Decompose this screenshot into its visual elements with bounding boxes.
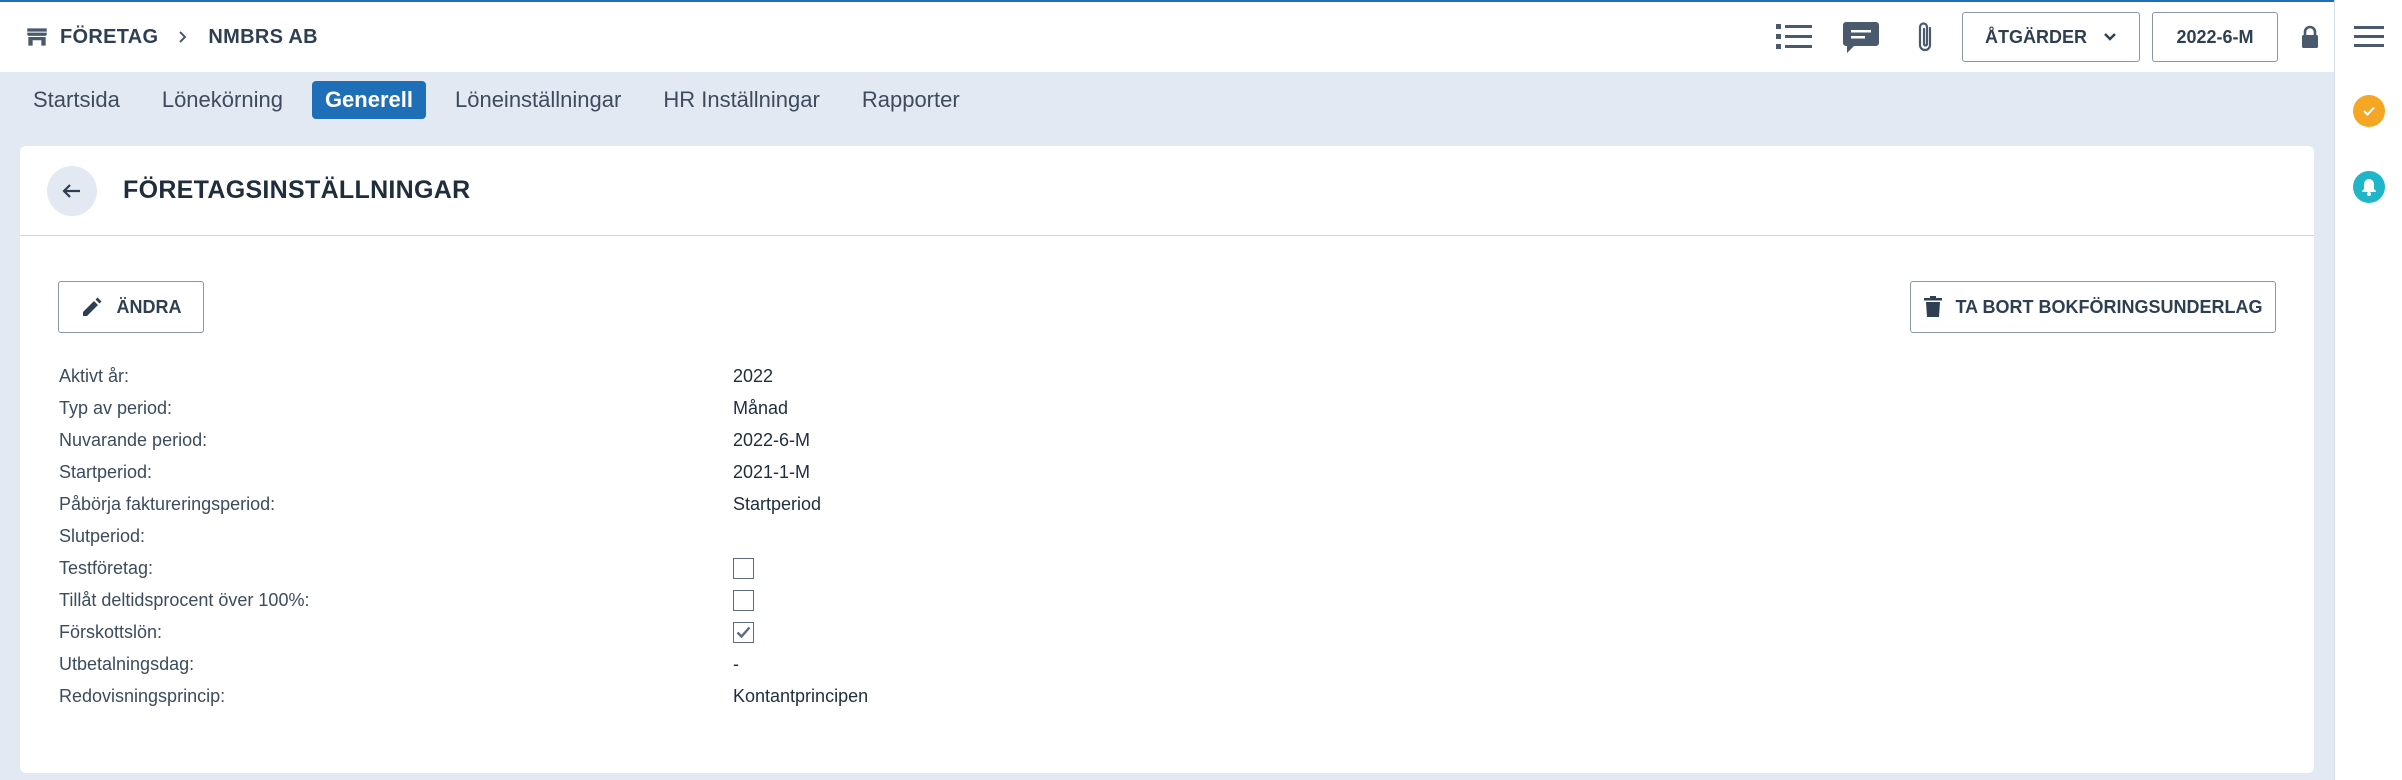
field-value: Startperiod bbox=[733, 493, 822, 514]
settings-fields: Aktivt år: 2022 Typ av period: Månad Nuv… bbox=[59, 360, 868, 712]
top-header: FÖRETAG NMBRS AB ÅTGÄRDER 2022-6-M bbox=[0, 0, 2334, 72]
breadcrumb-section[interactable]: FÖRETAG bbox=[60, 26, 158, 49]
period-label: 2022-6-M bbox=[2176, 26, 2254, 47]
trash-icon bbox=[1923, 296, 1942, 317]
field-value: 2021-1-M bbox=[733, 461, 811, 482]
tab-label: Lönekörning bbox=[161, 87, 283, 112]
tasks-indicator[interactable] bbox=[2353, 95, 2385, 127]
tab-lonekorning[interactable]: Lönekörning bbox=[149, 81, 296, 119]
tab-label: Generell bbox=[324, 87, 413, 112]
allow-parttime-over-100-checkbox[interactable] bbox=[733, 589, 754, 611]
field-label: Testföretag: bbox=[59, 557, 154, 578]
attach-button[interactable] bbox=[1906, 12, 1946, 62]
tab-label: Startsida bbox=[33, 87, 120, 112]
field-label: Redovisningsprincip: bbox=[59, 685, 226, 706]
header-actions: ÅTGÄRDER 2022-6-M bbox=[1764, 2, 2334, 72]
edit-label: ÄNDRA bbox=[116, 296, 182, 317]
tab-label: Löneinställningar bbox=[454, 87, 622, 112]
tab-bar: Startsida Lönekörning Generell Löneinstä… bbox=[20, 80, 989, 120]
breadcrumb-company[interactable]: NMBRS AB bbox=[208, 26, 317, 49]
paperclip-icon bbox=[1918, 22, 1932, 52]
back-button[interactable] bbox=[47, 165, 97, 216]
store-icon bbox=[27, 28, 47, 46]
field-value: Kontantprincipen bbox=[733, 685, 869, 706]
field-label: Påbörja faktureringsperiod: bbox=[59, 493, 276, 514]
list-icon bbox=[1776, 24, 1812, 49]
breadcrumb: FÖRETAG NMBRS AB bbox=[24, 24, 318, 50]
field-label: Tillåt deltidsprocent över 100%: bbox=[59, 589, 310, 610]
field-value: Månad bbox=[733, 397, 789, 418]
chevron-down-icon bbox=[2104, 33, 2116, 41]
actions-label: ÅTGÄRDER bbox=[1985, 26, 2087, 47]
field-label: Slutperiod: bbox=[59, 525, 146, 546]
field-label: Startperiod: bbox=[59, 461, 153, 482]
field-value: 2022-6-M bbox=[733, 429, 811, 450]
check-icon bbox=[2363, 106, 2375, 116]
advance-salary-checkbox[interactable] bbox=[733, 621, 754, 643]
tab-label: HR Inställningar bbox=[663, 87, 820, 112]
tab-loneinstallningar[interactable]: Löneinställningar bbox=[442, 81, 634, 119]
tab-rapporter[interactable]: Rapporter bbox=[849, 81, 973, 119]
lock-icon bbox=[2302, 25, 2318, 48]
field-row: Utbetalningsdag: - bbox=[59, 648, 868, 680]
field-row: Tillåt deltidsprocent över 100%: bbox=[59, 584, 868, 616]
field-value: - bbox=[733, 653, 739, 674]
settings-card: FÖRETAGSINSTÄLLNINGAR ÄNDRA TA BORT BOKF… bbox=[20, 146, 2314, 773]
bell-icon bbox=[2362, 179, 2376, 196]
edit-button[interactable]: ÄNDRA bbox=[58, 281, 204, 333]
period-button[interactable]: 2022-6-M bbox=[2152, 12, 2278, 62]
notifications-indicator[interactable] bbox=[2353, 171, 2385, 203]
chat-button[interactable] bbox=[1836, 12, 1886, 62]
field-label: Utbetalningsdag: bbox=[59, 653, 195, 674]
checkmark-icon bbox=[736, 626, 751, 638]
field-row: Påbörja faktureringsperiod: Startperiod bbox=[59, 488, 868, 520]
field-row: Startperiod: 2021-1-M bbox=[59, 456, 868, 488]
menu-button[interactable] bbox=[2349, 16, 2389, 56]
hamburger-menu-icon bbox=[2353, 26, 2384, 47]
right-rail bbox=[2334, 0, 2402, 780]
tab-startsida[interactable]: Startsida bbox=[20, 81, 133, 119]
field-label: Nuvarande period: bbox=[59, 429, 208, 450]
field-row: Nuvarande period: 2022-6-M bbox=[59, 424, 868, 456]
lock-button[interactable] bbox=[2296, 12, 2324, 62]
arrow-left-icon bbox=[62, 183, 80, 198]
tab-label: Rapporter bbox=[861, 87, 960, 112]
delete-label: TA BORT BOKFÖRINGSUNDERLAG bbox=[1955, 296, 2263, 317]
field-row: Redovisningsprincip: Kontantprincipen bbox=[59, 680, 868, 712]
app-root: FÖRETAG NMBRS AB ÅTGÄRDER 2022-6-M Start… bbox=[0, 0, 2402, 780]
field-row: Förskottslön: bbox=[59, 616, 868, 648]
field-label: Aktivt år: bbox=[59, 365, 130, 386]
delete-accounting-button[interactable]: TA BORT BOKFÖRINGSUNDERLAG bbox=[1910, 281, 2276, 333]
test-company-checkbox[interactable] bbox=[733, 557, 754, 579]
list-button[interactable] bbox=[1764, 12, 1824, 62]
tab-generell[interactable]: Generell bbox=[311, 81, 426, 119]
chat-icon bbox=[1843, 22, 1879, 53]
field-row: Aktivt år: 2022 bbox=[59, 360, 868, 392]
tab-hr-installningar[interactable]: HR Inställningar bbox=[650, 81, 833, 119]
field-row: Testföretag: bbox=[59, 552, 868, 584]
field-value: 2022 bbox=[733, 365, 774, 386]
page-title: FÖRETAGSINSTÄLLNINGAR bbox=[123, 176, 471, 204]
field-label: Förskottslön: bbox=[59, 621, 163, 642]
field-row: Typ av period: Månad bbox=[59, 392, 868, 424]
chevron-right-icon bbox=[179, 31, 187, 43]
field-label: Typ av period: bbox=[59, 397, 173, 418]
field-row: Slutperiod: bbox=[59, 520, 868, 552]
actions-dropdown[interactable]: ÅTGÄRDER bbox=[1962, 12, 2140, 62]
card-header: FÖRETAGSINSTÄLLNINGAR bbox=[20, 146, 2314, 236]
pencil-icon bbox=[82, 297, 101, 316]
